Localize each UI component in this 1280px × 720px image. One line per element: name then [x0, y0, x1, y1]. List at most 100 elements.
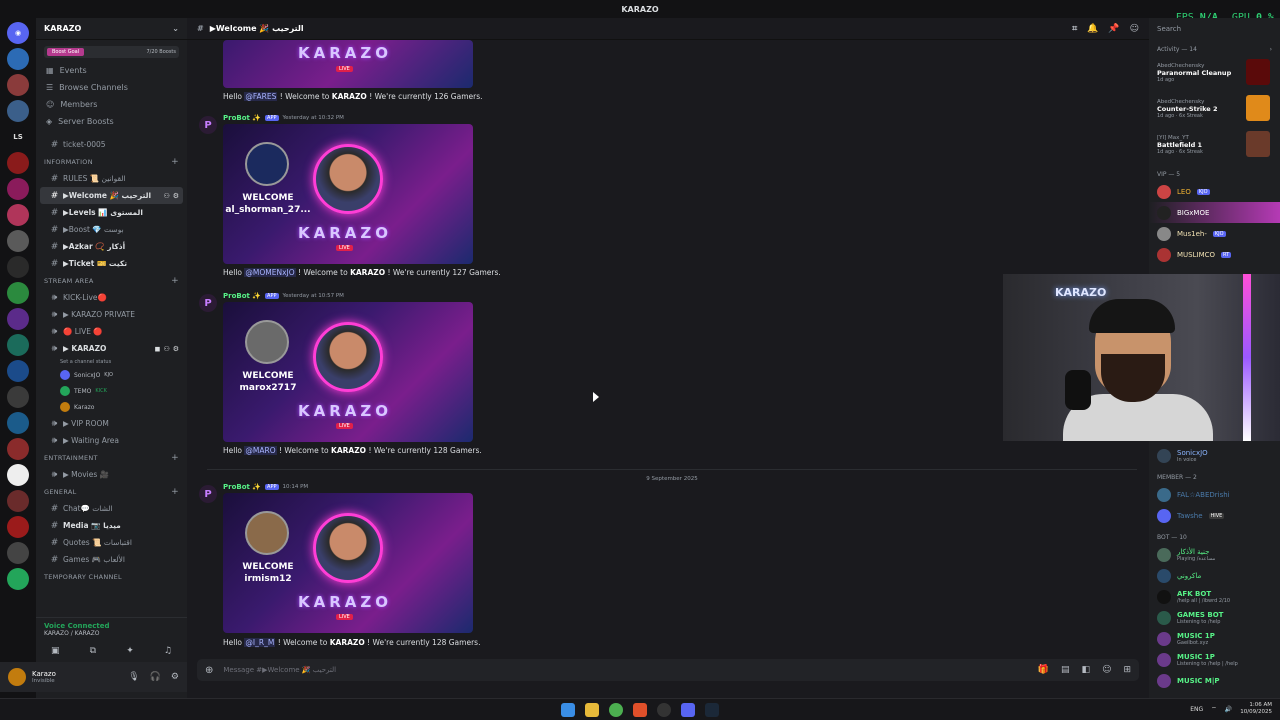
- pin-icon[interactable]: 📌: [1108, 24, 1119, 34]
- avatar[interactable]: [8, 668, 26, 686]
- avatar[interactable]: P: [199, 485, 217, 503]
- nav-browse-channels[interactable]: ☰ Browse Channels: [36, 79, 187, 96]
- gif-icon[interactable]: ▤: [1061, 665, 1070, 675]
- author-name[interactable]: ProBot ✨: [223, 483, 261, 491]
- headphones-icon[interactable]: 🎧: [150, 672, 161, 682]
- channel-quotes[interactable]: # Quotes 📜 اقتباسات: [40, 534, 183, 551]
- server-icon[interactable]: [7, 412, 29, 434]
- nav-members[interactable]: ☺ Members: [36, 96, 187, 113]
- channel-waiting-area[interactable]: 🕪 ▶ Waiting Area: [40, 432, 183, 449]
- voice-status[interactable]: Voice Connected: [44, 622, 179, 630]
- channel-chat[interactable]: # Chat💬 الشات: [40, 500, 183, 517]
- server-icon[interactable]: [7, 100, 29, 122]
- bot-row[interactable]: MUSIC 1P Listening to /help | /help: [1149, 649, 1280, 670]
- activity-item[interactable]: [YI] Max_YT Battlefield 1 1d ago · 6x Stre…: [1153, 127, 1276, 163]
- discord-icon[interactable]: [681, 702, 695, 717]
- chat-icon[interactable]: ◼: [155, 345, 161, 353]
- server-icon[interactable]: [7, 386, 29, 408]
- server-icon[interactable]: [7, 464, 29, 486]
- server-icon[interactable]: [7, 204, 29, 226]
- windows-start-icon[interactable]: [561, 702, 575, 717]
- server-icon[interactable]: [7, 178, 29, 200]
- apps-icon[interactable]: ⊞: [1123, 665, 1131, 675]
- channel-ticket[interactable]: # ticket-0005: [40, 136, 183, 153]
- server-icon[interactable]: [7, 542, 29, 564]
- server-icon[interactable]: [7, 74, 29, 96]
- server-icon[interactable]: LS: [7, 126, 29, 148]
- activity-item[interactable]: AbedChechensky Counter-Strike 2 1d ago · 6…: [1153, 91, 1276, 127]
- nav-server-boosts[interactable]: ◈ Server Boosts: [36, 113, 187, 130]
- channel-status[interactable]: Set a channel status: [36, 357, 187, 367]
- nav-events[interactable]: ▦ Events: [36, 62, 187, 79]
- welcome-banner[interactable]: WELCOME al_shorman_27... KARAZO LIVE: [223, 124, 473, 264]
- category-stream-area[interactable]: STREAM AREA +: [36, 272, 187, 289]
- steam-icon[interactable]: [705, 702, 719, 717]
- channel-ticket-info[interactable]: # ▶Ticket 🎫 تكيت: [40, 255, 183, 272]
- threads-icon[interactable]: ⌗: [1072, 24, 1077, 34]
- author-name[interactable]: ProBot ✨: [223, 114, 261, 122]
- author-name[interactable]: ProBot ✨: [223, 292, 261, 300]
- channel-movies[interactable]: 🕪 ▶ Movies 🎥: [40, 466, 183, 483]
- member-row[interactable]: LEO KJO: [1149, 181, 1280, 202]
- channel-karazo-voice[interactable]: 🕪 ▶ KARAZO ◼ ⚇ ⚙: [40, 340, 183, 357]
- add-channel-icon[interactable]: +: [171, 157, 179, 167]
- mention[interactable]: @I_R_M: [244, 638, 276, 647]
- avatar[interactable]: P: [199, 294, 217, 312]
- mention[interactable]: @FARES: [244, 92, 278, 101]
- channel-vip-room[interactable]: 🕪 ▶ VIP ROOM: [40, 415, 183, 432]
- server-icon[interactable]: [7, 490, 29, 512]
- channel-kick-live[interactable]: 🕪 KICK-Live🔴: [40, 289, 183, 306]
- camera-icon[interactable]: ▣: [51, 646, 60, 656]
- bot-row[interactable]: AFK BOT/help all | /ibwrd 2/10: [1149, 586, 1280, 607]
- server-icon[interactable]: [7, 48, 29, 70]
- sticker-icon[interactable]: ◧: [1082, 665, 1091, 675]
- search-input[interactable]: Search: [1149, 18, 1280, 40]
- server-icon[interactable]: [7, 360, 29, 382]
- message-input[interactable]: ⊕ Message #▶Welcome 🎉 الترحيب 🎁 ▤ ◧ ☺ ⊞: [197, 659, 1139, 681]
- category-entertainment[interactable]: ENTRTAINMENT +: [36, 449, 187, 466]
- members-icon[interactable]: ☺: [1130, 24, 1139, 34]
- soundboard-icon[interactable]: ♫: [164, 646, 172, 656]
- channel-azkar[interactable]: # ▶Azkar 📿 أذكار: [40, 238, 183, 255]
- brave-icon[interactable]: [633, 702, 647, 717]
- invite-icon[interactable]: ⚇: [163, 345, 169, 353]
- clock[interactable]: 1:06 AM 10/09/2025: [1240, 702, 1272, 716]
- server-icon[interactable]: [7, 516, 29, 538]
- welcome-banner[interactable]: WELCOME irmism12 KARAZO LIVE: [223, 493, 473, 633]
- channel-boost[interactable]: # ▶Boost 💎 بوست: [40, 221, 183, 238]
- member-row[interactable]: BIGxMOE: [1149, 202, 1280, 223]
- bot-row[interactable]: GAMES BOT Listening to /help: [1149, 607, 1280, 628]
- bot-row[interactable]: ماكروني: [1149, 565, 1280, 586]
- server-icon[interactable]: [7, 152, 29, 174]
- voice-user[interactable]: TEMO KICK: [36, 383, 187, 399]
- server-icon[interactable]: [7, 230, 29, 252]
- volume-icon[interactable]: 🔊: [1225, 706, 1232, 713]
- gear-icon[interactable]: ⚙: [171, 672, 179, 682]
- bell-icon[interactable]: 🔔: [1087, 24, 1098, 34]
- obs-icon[interactable]: [657, 702, 671, 717]
- channel-welcome[interactable]: # ▶Welcome 🎉 الترحيب ⚇ ⚙: [40, 187, 183, 204]
- bot-row[interactable]: MUSIC M|P: [1149, 670, 1280, 691]
- channel-media[interactable]: # Media 📷 ميديا: [40, 517, 183, 534]
- add-channel-icon[interactable]: +: [171, 276, 179, 286]
- channel-karazo-private[interactable]: 🕪 ▶ KARAZO PRIVATE: [40, 306, 183, 323]
- server-icon[interactable]: [7, 308, 29, 330]
- invite-icon[interactable]: ⚇: [163, 192, 169, 200]
- channel-live[interactable]: 🕪 🔴 LIVE 🔴: [40, 323, 183, 340]
- mention[interactable]: @MARO: [244, 446, 277, 455]
- add-attachment-icon[interactable]: ⊕: [205, 665, 213, 676]
- add-channel-icon[interactable]: +: [171, 453, 179, 463]
- activity-item[interactable]: AbedChechensky Paranormal Cleanup 1d ago: [1153, 55, 1276, 91]
- server-icon[interactable]: [7, 334, 29, 356]
- server-icon[interactable]: [7, 256, 29, 278]
- category-temporary[interactable]: TEMPORARY CHANNEL: [36, 568, 187, 585]
- channel-games[interactable]: # Games 🎮 الألعاب: [40, 551, 183, 568]
- wifi-icon[interactable]: ⌔: [1211, 705, 1217, 713]
- boost-goal-bar[interactable]: Boost Goal 7/20 Boosts: [44, 46, 179, 58]
- server-header[interactable]: KARAZO ⌄: [36, 18, 187, 40]
- category-general[interactable]: GENERAL +: [36, 483, 187, 500]
- bot-row[interactable]: MUSIC 1P Gaeilbot.xyz: [1149, 628, 1280, 649]
- screen-share-icon[interactable]: ⧉: [90, 646, 96, 656]
- gift-icon[interactable]: 🎁: [1038, 665, 1049, 675]
- welcome-banner[interactable]: WELCOME marox2717 KARAZO LIVE: [223, 302, 473, 442]
